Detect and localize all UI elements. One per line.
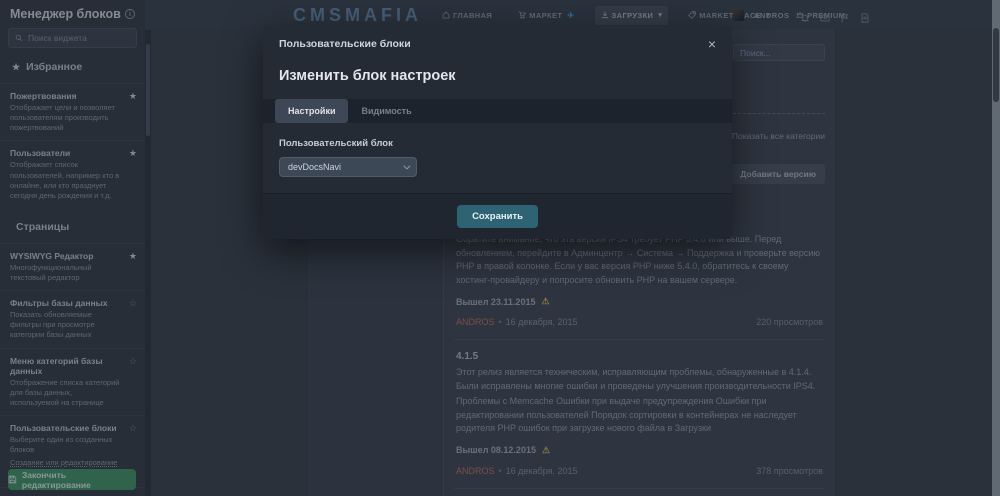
custom-block-field-label: Пользовательский блок — [279, 138, 716, 149]
modal-header: Пользовательские блоки — [263, 26, 732, 55]
custom-block-select[interactable]: devDocsNavi — [279, 157, 417, 177]
block-manager-app: CMSMAFIA ГЛАВНАЯ МАРКЕТ ЗАГРУЗКИ MARKETP… — [0, 0, 1000, 496]
selected-block-value: devDocsNavi — [288, 162, 341, 172]
tab-visibility[interactable]: Видимость — [348, 99, 424, 123]
modal-tabs: Настройки Видимость — [263, 99, 732, 123]
modal-header-title: Пользовательские блоки — [279, 38, 411, 50]
modal-title: Изменить блок настроек — [263, 55, 732, 99]
close-icon[interactable] — [708, 37, 716, 51]
modal-body: Пользовательский блок devDocsNavi — [263, 123, 732, 193]
tab-settings[interactable]: Настройки — [275, 99, 348, 123]
modal-footer: Сохранить — [263, 193, 732, 239]
chevron-down-icon — [403, 162, 410, 169]
custom-blocks-modal: Пользовательские блоки Изменить блок нас… — [263, 26, 732, 239]
save-button[interactable]: Сохранить — [457, 205, 538, 228]
